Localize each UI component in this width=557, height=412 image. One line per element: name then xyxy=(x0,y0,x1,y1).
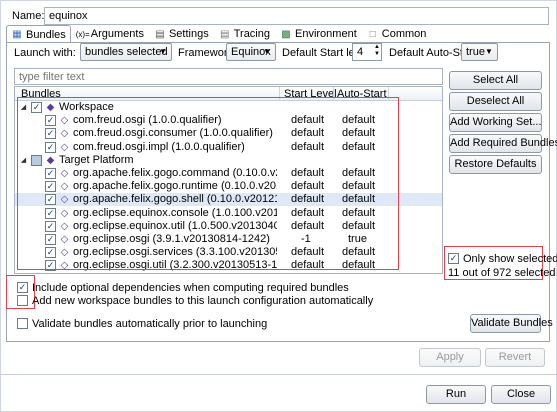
highlight-box xyxy=(17,97,399,270)
add-working-set-button[interactable]: Add Working Set... xyxy=(449,113,542,132)
close-button[interactable]: Close xyxy=(491,385,551,404)
divider xyxy=(0,374,557,375)
name-label: Name: xyxy=(12,10,45,22)
common-icon: □ xyxy=(369,28,376,40)
chevron-down-icon: ▼ xyxy=(159,47,167,56)
tab-label: Tracing xyxy=(233,28,270,40)
tab-settings[interactable]: ▤ Settings xyxy=(149,25,214,43)
arguments-icon: (x)= xyxy=(75,29,90,39)
tab-arguments[interactable]: (x)= Arguments xyxy=(71,25,149,43)
default-auto-start-select[interactable]: true ▼ xyxy=(461,43,498,61)
tab-label: Common xyxy=(381,28,427,40)
name-bar: Name: equinox xyxy=(8,7,553,25)
default-start-level-spinner[interactable]: 4 ▲ ▼ xyxy=(352,43,382,61)
only-show-selected-checkbox[interactable]: ✓ Only show selected xyxy=(448,252,557,266)
selection-count: 11 out of 972 selected xyxy=(448,267,556,279)
tab-bundles[interactable]: ▦ Bundles xyxy=(6,25,71,43)
checkbox-box: ✓ xyxy=(448,253,459,264)
tab-common[interactable]: □ Common xyxy=(362,25,432,43)
checkbox-box: ✓ xyxy=(17,282,28,293)
tab-label: Settings xyxy=(168,28,209,40)
checkbox-box xyxy=(17,318,28,329)
add-new-workspace-checkbox[interactable]: Add new workspace bundles to this launch… xyxy=(17,294,373,308)
run-button[interactable]: Run xyxy=(426,385,486,404)
revert-button[interactable]: Revert xyxy=(485,348,545,367)
tab-label: Environment xyxy=(295,28,357,40)
name-input[interactable]: equinox xyxy=(44,7,549,25)
validate-automatically-checkbox[interactable]: Validate bundles automatically prior to … xyxy=(17,317,317,331)
tab-label: Arguments xyxy=(90,28,144,40)
add-new-workspace-label: Add new workspace bundles to this launch… xyxy=(32,295,374,307)
chevron-down-icon: ▼ xyxy=(485,47,493,56)
chevron-down-icon: ▼ xyxy=(263,47,271,56)
validate-automatically-label: Validate bundles automatically prior to … xyxy=(32,318,268,330)
default-start-level-value: 4 xyxy=(357,46,364,58)
deselect-all-button[interactable]: Deselect All xyxy=(449,92,542,111)
environment-icon: ▩ xyxy=(281,28,291,40)
filter-input[interactable] xyxy=(14,68,443,85)
tracing-icon: ▤ xyxy=(219,28,230,40)
launch-with-select[interactable]: bundles selected below ▼ xyxy=(80,43,172,61)
restore-defaults-button[interactable]: Restore Defaults xyxy=(449,155,542,174)
only-show-selected-label: Only show selected xyxy=(463,253,557,265)
checkbox-box xyxy=(17,295,28,306)
select-all-button[interactable]: Select All xyxy=(449,71,542,90)
add-required-bundles-button[interactable]: Add Required Bundles xyxy=(449,134,557,153)
tab-bar: ▦ Bundles (x)= Arguments ▤ Settings ▤ Tr… xyxy=(6,25,551,43)
spinner-arrows-icon: ▲ ▼ xyxy=(374,44,380,57)
include-optional-checkbox[interactable]: ✓ Include optional dependencies when com… xyxy=(17,281,349,295)
apply-button[interactable]: Apply xyxy=(419,348,481,367)
launch-with-label: Launch with: xyxy=(14,47,76,59)
tab-tracing[interactable]: ▤ Tracing xyxy=(214,25,275,43)
include-optional-label: Include optional dependencies when compu… xyxy=(32,282,349,294)
framework-select[interactable]: Equinox ▼ xyxy=(226,43,276,61)
settings-icon: ▤ xyxy=(155,28,165,40)
tab-environment[interactable]: ▩ Environment xyxy=(275,25,362,43)
tab-label: Bundles xyxy=(26,28,66,41)
validate-bundles-button[interactable]: Validate Bundles xyxy=(470,314,553,333)
bundles-icon: ▦ xyxy=(12,29,22,40)
